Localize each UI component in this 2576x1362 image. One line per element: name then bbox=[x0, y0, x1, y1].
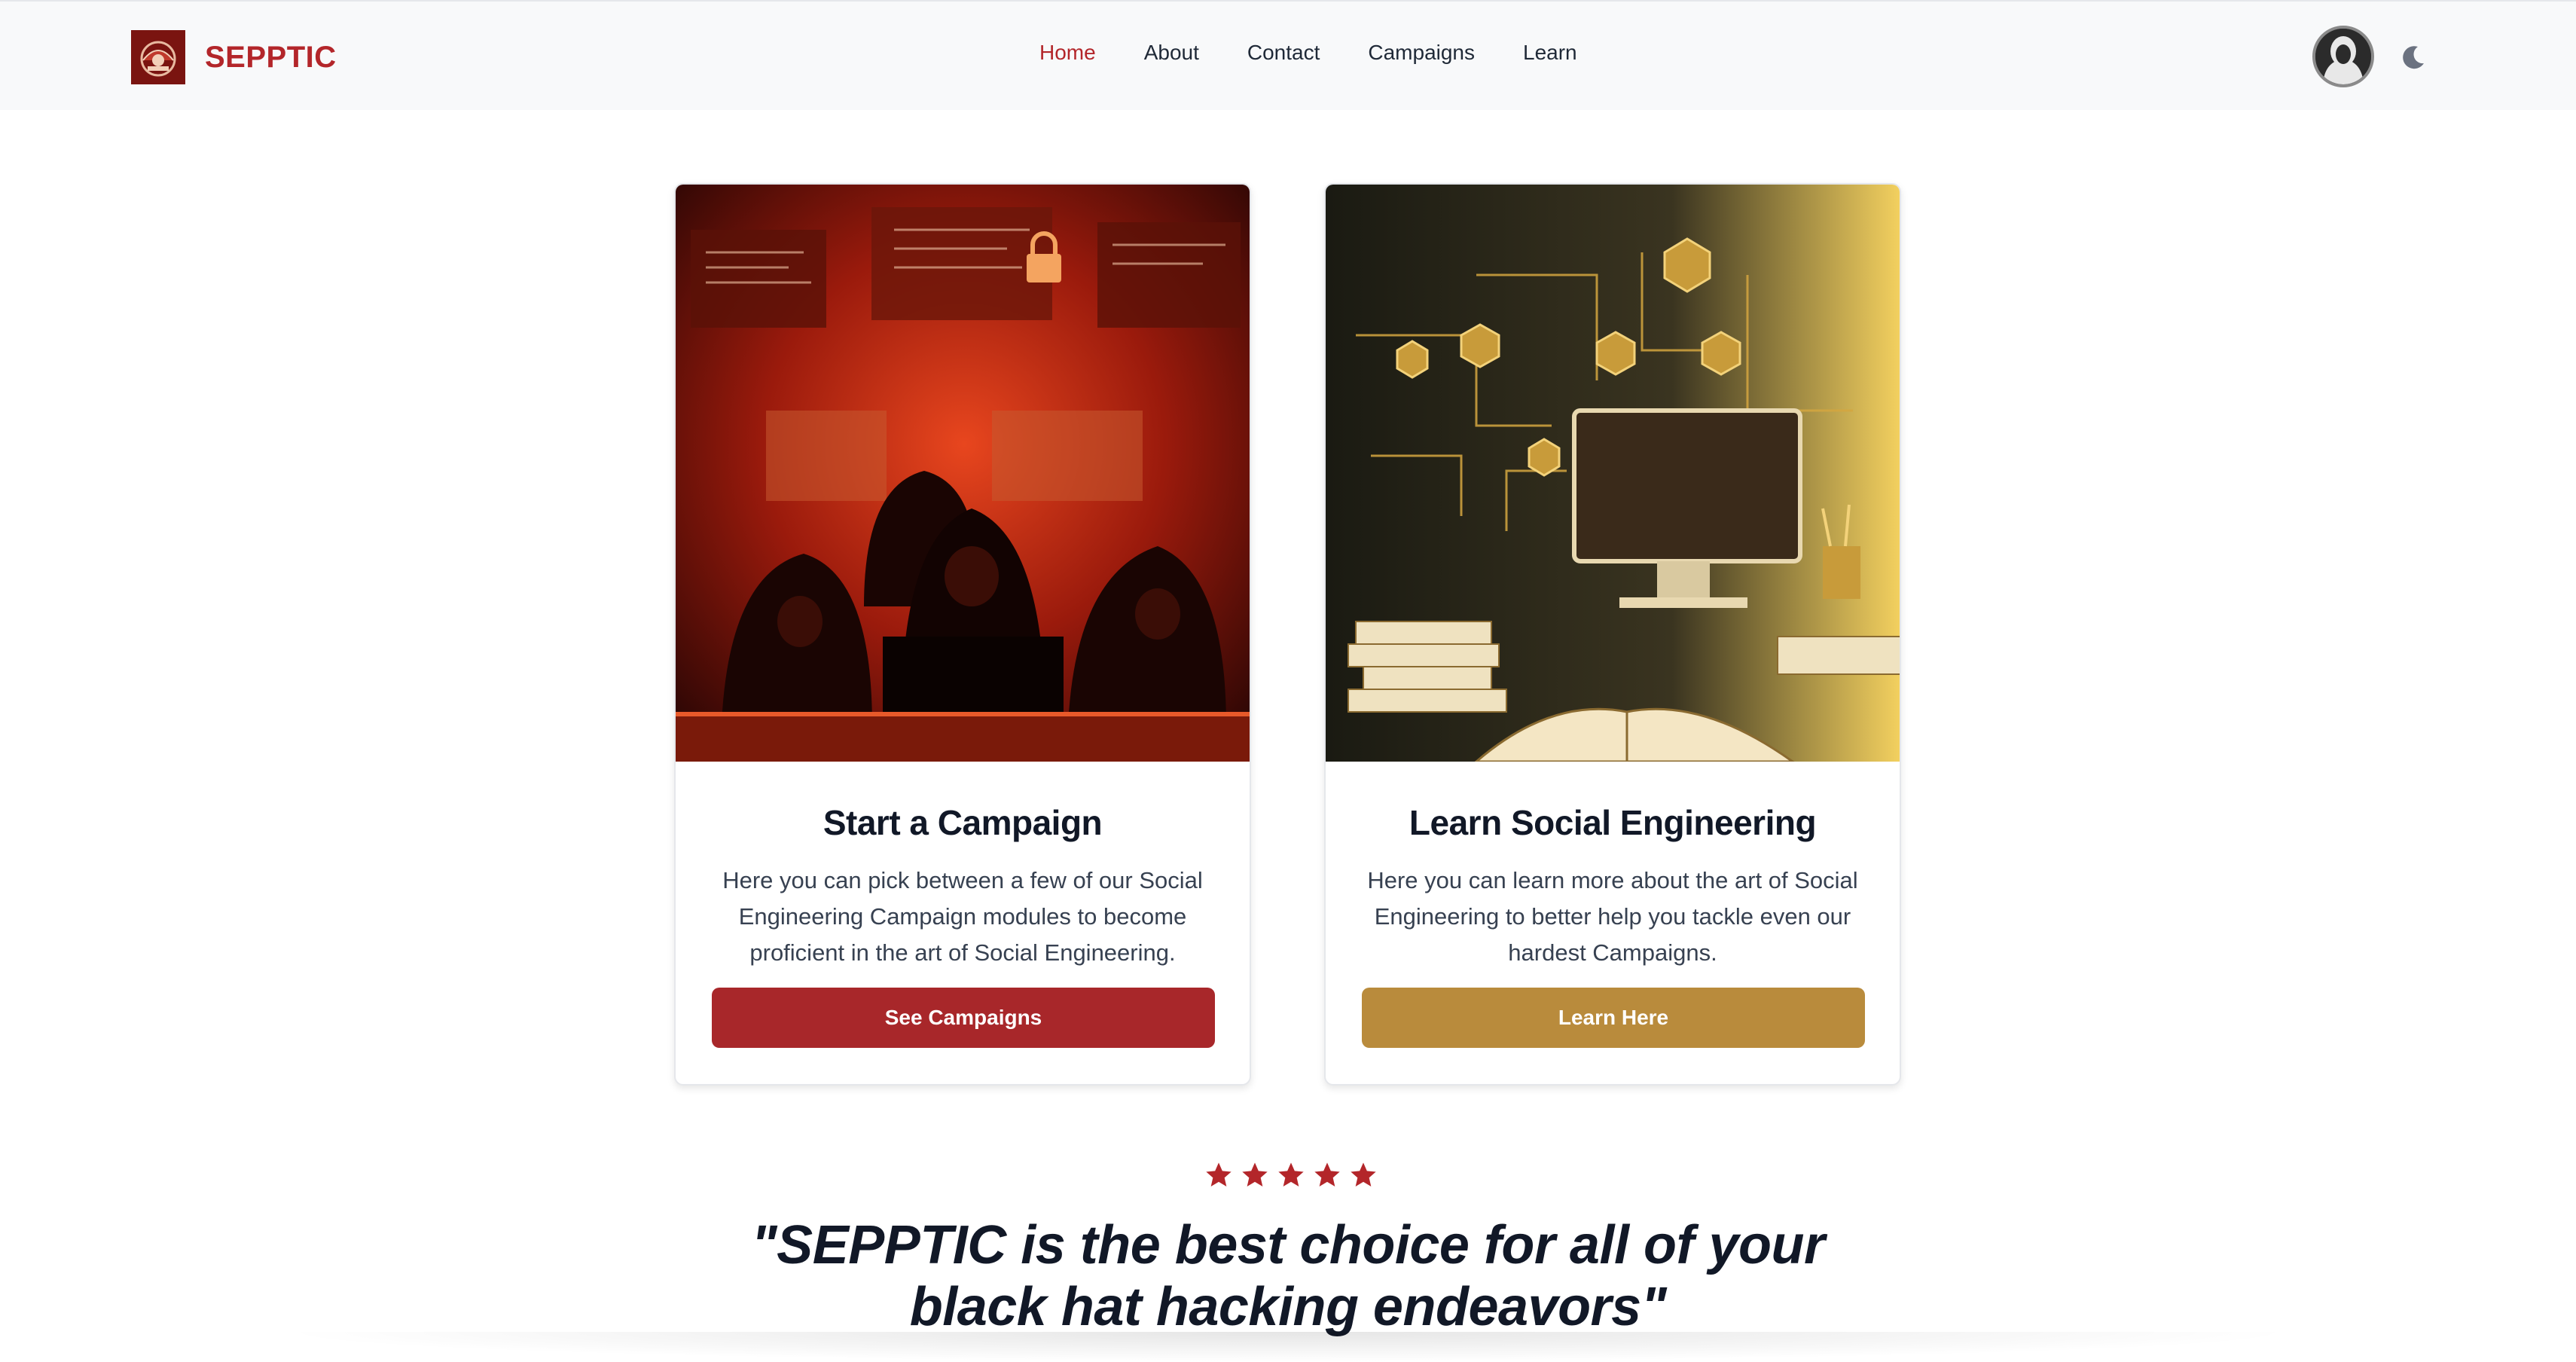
nav-about[interactable]: About bbox=[1144, 41, 1199, 65]
star-icon bbox=[1351, 1162, 1376, 1186]
star-icon bbox=[1314, 1162, 1340, 1186]
section-divider-shadow bbox=[271, 1332, 2305, 1362]
nav-contact[interactable]: Contact bbox=[1247, 41, 1320, 65]
star-icon bbox=[1242, 1162, 1268, 1186]
card-description: Here you can pick between a few of our S… bbox=[722, 867, 1203, 966]
hacker-image bbox=[676, 185, 1250, 762]
top-navbar: SEPPTIC Home About Contact Campaigns Lea… bbox=[0, 0, 2576, 110]
learn-card: Learn Social Engineering Here you can le… bbox=[1324, 183, 1901, 1086]
moon-icon[interactable] bbox=[2398, 42, 2428, 72]
avatar-icon[interactable] bbox=[2312, 26, 2374, 87]
nav-learn[interactable]: Learn bbox=[1523, 41, 1577, 65]
main-nav: Home About Contact Campaigns Learn bbox=[1039, 41, 1577, 65]
nav-campaigns[interactable]: Campaigns bbox=[1368, 41, 1475, 65]
card-title: Start a Campaign bbox=[823, 803, 1103, 842]
brand-link[interactable]: SEPPTIC bbox=[131, 30, 337, 84]
star-icon bbox=[1278, 1162, 1304, 1186]
see-campaigns-button[interactable]: See Campaigns bbox=[712, 988, 1215, 1048]
brand-name: SEPPTIC bbox=[205, 40, 337, 74]
card-description: Here you can learn more about the art of… bbox=[1367, 867, 1858, 966]
learn-here-button[interactable]: Learn Here bbox=[1362, 988, 1865, 1048]
rating-stars bbox=[1204, 1160, 1384, 1190]
learning-image bbox=[1326, 185, 1900, 762]
star-icon bbox=[1206, 1162, 1232, 1186]
logo-icon bbox=[131, 30, 185, 84]
nav-home[interactable]: Home bbox=[1039, 41, 1096, 65]
campaign-card: Start a Campaign Here you can pick betwe… bbox=[674, 183, 1251, 1086]
quote-line-2: black hat hacking endeavors" bbox=[909, 1277, 1667, 1337]
card-title: Learn Social Engineering bbox=[1409, 803, 1817, 842]
quote-line-1: "SEPPTIC is the best choice for all of y… bbox=[751, 1215, 1825, 1275]
testimonial-quote: "SEPPTIC is the best choice for all of y… bbox=[610, 1214, 1966, 1338]
